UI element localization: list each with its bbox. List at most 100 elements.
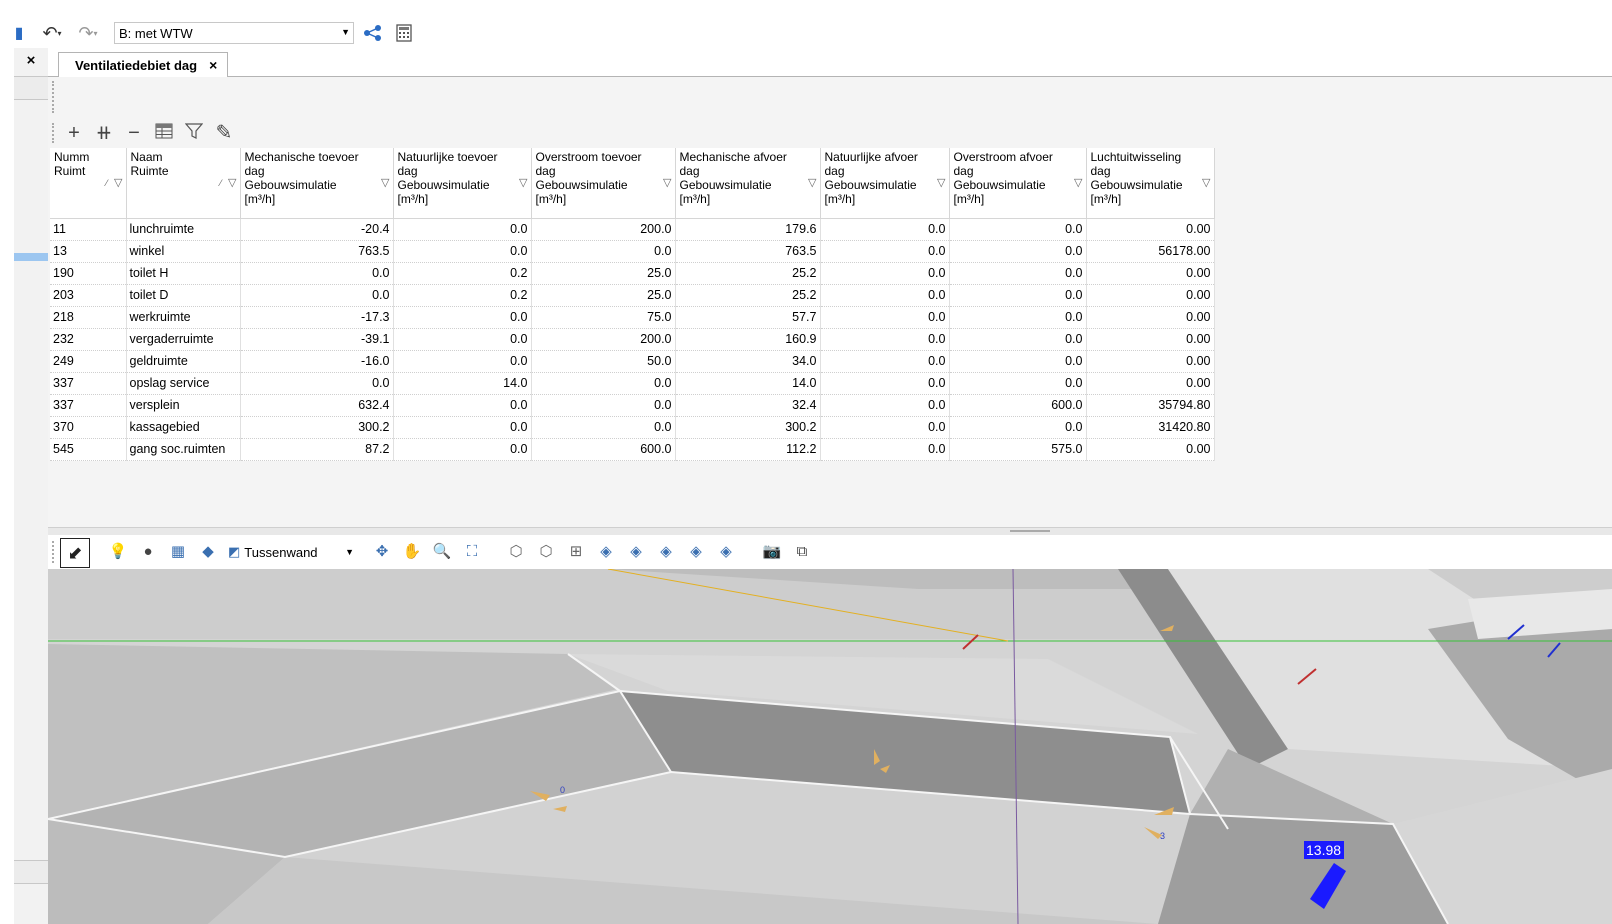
- value-cell[interactable]: 600.0: [531, 438, 676, 461]
- value-cell[interactable]: 0.0: [531, 240, 676, 263]
- value-cell[interactable]: 0.2: [393, 262, 532, 285]
- zoom-icon[interactable]: 🔍: [430, 541, 454, 563]
- room-number-cell[interactable]: 370: [50, 416, 127, 439]
- undo-icon[interactable]: ↶ ▾: [38, 22, 66, 44]
- close-icon[interactable]: ×: [209, 57, 217, 73]
- value-cell[interactable]: 575.0: [949, 438, 1087, 461]
- room-name-cell[interactable]: werkruimte: [126, 306, 241, 329]
- room-name-cell[interactable]: toilet H: [126, 262, 241, 285]
- value-cell[interactable]: 0.0: [393, 240, 532, 263]
- value-cell[interactable]: 0.0: [820, 372, 950, 395]
- value-cell[interactable]: 0.00: [1086, 306, 1215, 329]
- view-iso-icon[interactable]: ⬡: [504, 541, 528, 563]
- scenario-dropdown[interactable]: B: met WTW ▼: [114, 22, 354, 44]
- value-cell[interactable]: 0.0: [949, 284, 1087, 307]
- value-cell[interactable]: 0.0: [531, 372, 676, 395]
- sort-icon[interactable]: ⁄: [220, 176, 222, 190]
- value-cell[interactable]: 25.2: [675, 262, 821, 285]
- room-name-cell[interactable]: vergaderruimte: [126, 328, 241, 351]
- share-icon[interactable]: [360, 22, 386, 44]
- room-name-cell[interactable]: geldruimte: [126, 350, 241, 373]
- column-header[interactable]: Luchtuitwisseling dag Gebouwsimulatie [m³/h…: [1086, 148, 1215, 219]
- room-name-cell[interactable]: lunchruimte: [126, 218, 241, 241]
- filter-icon[interactable]: ▽: [1074, 176, 1082, 190]
- value-cell[interactable]: 0.0: [240, 284, 394, 307]
- column-header[interactable]: Numm Ruimt ⁄ ▽: [50, 148, 127, 219]
- filter-icon[interactable]: ▽: [228, 176, 236, 190]
- room-number-cell[interactable]: 337: [50, 372, 127, 395]
- pan-hand-icon[interactable]: ✋: [400, 541, 424, 563]
- value-cell[interactable]: 0.0: [393, 350, 532, 373]
- select-arrow-icon[interactable]: ⬋: [60, 538, 90, 568]
- value-cell[interactable]: 0.0: [949, 416, 1087, 439]
- table-row[interactable]: 190 toilet H 0.0 0.2 25.0 25.2 0.0 0.0 0.00: [50, 262, 1215, 285]
- value-cell[interactable]: 50.0: [531, 350, 676, 373]
- room-number-cell[interactable]: 337: [50, 394, 127, 417]
- value-cell[interactable]: 0.0: [949, 350, 1087, 373]
- export-view-icon[interactable]: ⧉: [790, 541, 814, 563]
- element-type-dropdown[interactable]: ◩ Tussenwand ▼: [228, 541, 354, 563]
- value-cell[interactable]: 0.00: [1086, 328, 1215, 351]
- room-name-cell[interactable]: versplein: [126, 394, 241, 417]
- value-cell[interactable]: 0.00: [1086, 262, 1215, 285]
- view-plan-icon[interactable]: ⊞: [564, 541, 588, 563]
- table-row[interactable]: 370 kassagebied 300.2 0.0 0.0 300.2 0.0 0.0 3142…: [50, 416, 1215, 439]
- value-cell[interactable]: 200.0: [531, 218, 676, 241]
- value-cell[interactable]: 34.0: [675, 350, 821, 373]
- value-cell[interactable]: 0.0: [820, 438, 950, 461]
- value-cell[interactable]: 0.0: [820, 284, 950, 307]
- filter-icon[interactable]: ▽: [1202, 176, 1210, 190]
- filter-icon[interactable]: [182, 121, 206, 145]
- add-icon[interactable]: +: [62, 121, 86, 145]
- left-panel-selection[interactable]: [14, 253, 48, 261]
- value-cell[interactable]: 0.00: [1086, 372, 1215, 395]
- value-cell[interactable]: 600.0: [949, 394, 1087, 417]
- slab-icon[interactable]: ◆: [196, 541, 220, 563]
- value-cell[interactable]: 0.0: [820, 416, 950, 439]
- room-number-cell[interactable]: 203: [50, 284, 127, 307]
- value-cell[interactable]: 14.0: [675, 372, 821, 395]
- value-cell[interactable]: 0.0: [531, 416, 676, 439]
- column-header[interactable]: Naam Ruimte ⁄ ▽: [126, 148, 241, 219]
- value-cell[interactable]: 0.0: [820, 394, 950, 417]
- value-cell[interactable]: 25.2: [675, 284, 821, 307]
- view-cube-icon[interactable]: ⬡: [534, 541, 558, 563]
- value-cell[interactable]: 0.00: [1086, 350, 1215, 373]
- room-name-cell[interactable]: gang soc.ruimten: [126, 438, 241, 461]
- value-cell[interactable]: 0.0: [393, 328, 532, 351]
- value-cell[interactable]: 0.2: [393, 284, 532, 307]
- value-cell[interactable]: 0.0: [240, 372, 394, 395]
- value-cell[interactable]: 763.5: [675, 240, 821, 263]
- column-header[interactable]: Natuurlijke toevoer dag Gebouwsimulatie [m³…: [393, 148, 532, 219]
- column-header[interactable]: Overstroom toevoer dag Gebouwsimulatie [m³/…: [531, 148, 676, 219]
- value-cell[interactable]: 0.0: [820, 218, 950, 241]
- value-cell[interactable]: 0.0: [949, 240, 1087, 263]
- filter-icon[interactable]: ▽: [381, 176, 389, 190]
- value-cell[interactable]: 0.00: [1086, 284, 1215, 307]
- value-cell[interactable]: 0.0: [820, 306, 950, 329]
- value-cell[interactable]: 0.0: [949, 306, 1087, 329]
- room-number-cell[interactable]: 232: [50, 328, 127, 351]
- sort-icon[interactable]: ⁄: [106, 176, 108, 190]
- value-cell[interactable]: 112.2: [675, 438, 821, 461]
- room-name-cell[interactable]: opslag service: [126, 372, 241, 395]
- value-cell[interactable]: 300.2: [240, 416, 394, 439]
- table-row[interactable]: 545 gang soc.ruimten 87.2 0.0 600.0 112.2 0.0 5…: [50, 438, 1215, 461]
- value-cell[interactable]: 0.0: [820, 328, 950, 351]
- room-number-cell[interactable]: 545: [50, 438, 127, 461]
- value-cell[interactable]: 0.0: [393, 416, 532, 439]
- zoom-extents-icon[interactable]: ⛶: [460, 541, 484, 563]
- value-cell[interactable]: 75.0: [531, 306, 676, 329]
- close-icon[interactable]: ×: [14, 50, 48, 72]
- table-row[interactable]: 203 toilet D 0.0 0.2 25.0 25.2 0.0 0.0 0.00: [50, 284, 1215, 307]
- view-other-icon[interactable]: ◈: [714, 541, 738, 563]
- view-front-icon[interactable]: ◈: [624, 541, 648, 563]
- rotate-icon[interactable]: ✥: [370, 541, 394, 563]
- building-blocks-icon[interactable]: ▦: [166, 541, 190, 563]
- value-cell[interactable]: 25.0: [531, 262, 676, 285]
- filter-icon[interactable]: ▽: [519, 176, 527, 190]
- camera-icon[interactable]: 📷: [760, 541, 784, 563]
- value-cell[interactable]: 57.7: [675, 306, 821, 329]
- view-back-icon[interactable]: ◈: [684, 541, 708, 563]
- room-number-cell[interactable]: 11: [50, 218, 127, 241]
